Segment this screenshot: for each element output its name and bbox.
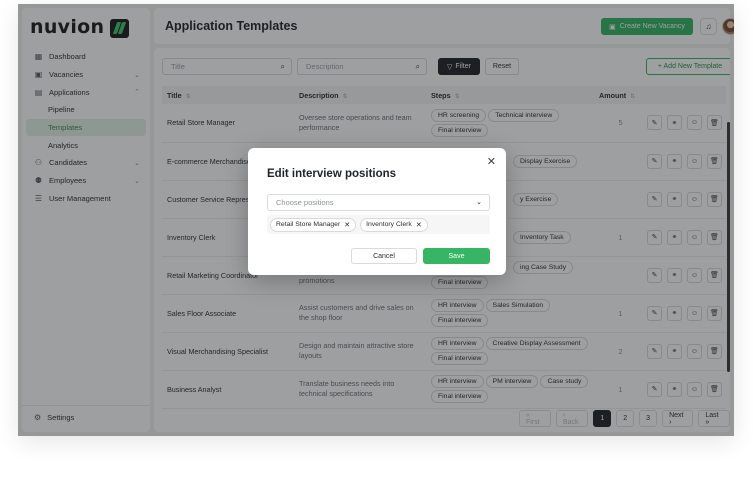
- close-icon[interactable]: ✕: [487, 155, 496, 168]
- remove-icon[interactable]: ✕: [344, 221, 350, 229]
- chip-label: Retail Store Manager: [276, 221, 341, 228]
- remove-icon[interactable]: ✕: [416, 221, 422, 229]
- select-placeholder: Choose positions: [276, 198, 334, 207]
- selected-position-chip: Inventory Clerk ✕: [360, 217, 428, 232]
- chevron-down-icon: ⌄: [476, 199, 482, 206]
- save-button[interactable]: Save: [423, 248, 490, 264]
- chip-label: Inventory Clerk: [366, 221, 412, 228]
- edit-positions-modal: ✕ Edit interview positions Choose positi…: [248, 148, 506, 275]
- cancel-button[interactable]: Cancel: [351, 248, 417, 264]
- selected-positions: Retail Store Manager ✕ Inventory Clerk ✕: [267, 215, 490, 234]
- positions-select[interactable]: Choose positions ⌄: [267, 194, 490, 211]
- modal-title: Edit interview positions: [267, 168, 397, 180]
- selected-position-chip: Retail Store Manager ✕: [270, 217, 357, 232]
